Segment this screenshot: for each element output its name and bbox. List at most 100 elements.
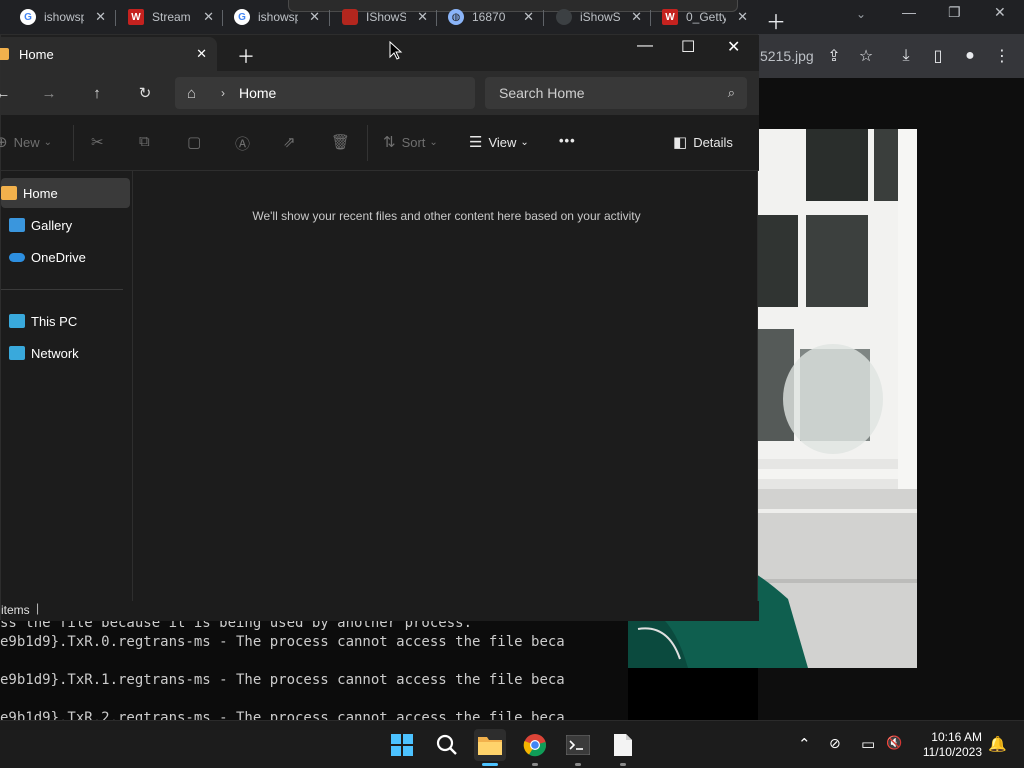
paste-button[interactable]: ▢ (187, 133, 207, 151)
sidebar-item-label: This PC (31, 313, 78, 329)
address-bar[interactable]: ⌂ › Home (175, 77, 475, 109)
taskbar-file-explorer[interactable] (474, 729, 506, 766)
notification-bell-icon[interactable]: 🔔 (988, 735, 1007, 753)
share-icon: ⇗ (283, 134, 296, 151)
taskbar: ⌃ ⊘ ▭ 🔇 10:16 AM 11/10/2023 🔔 (0, 720, 1024, 768)
trash-icon: 🗑 (331, 134, 351, 151)
view-list-icon: ☰ (469, 134, 483, 151)
system-clock[interactable]: 10:16 AM 11/10/2023 (923, 730, 982, 760)
empty-state-message: We'll show your recent files and other c… (252, 209, 641, 223)
chevron-down-icon: ⌄ (520, 136, 529, 148)
chrome-tab-4[interactable]: IShowS ✕ (322, 4, 436, 30)
chrome-tab-2[interactable]: W Stream ✕ (108, 4, 222, 30)
details-pane-icon: ◧ (673, 134, 688, 151)
details-label: Details (693, 134, 733, 150)
forward-arrow-icon[interactable]: → (39, 83, 59, 103)
tab-title: 16870 (472, 10, 506, 24)
w-brand-icon: W (662, 9, 678, 25)
rename-button[interactable]: Ⓐ (235, 133, 256, 154)
explorer-tab-home[interactable]: Home ✕ (0, 37, 217, 71)
share-button[interactable]: ⇗ (283, 133, 302, 151)
sidebar-item-this-pc[interactable]: This PC (1, 306, 130, 336)
sidebar-item-onedrive[interactable]: OneDrive (1, 242, 130, 272)
explorer-navigation-bar: ← → ↑ ↻ ⌂ › Home Search Home ⌕ (0, 71, 759, 115)
close-icon[interactable]: ✕ (631, 9, 642, 25)
home-icon: ⌂ (187, 84, 197, 102)
show-hidden-icons-chevron-up-icon[interactable]: ⌃ (798, 735, 811, 753)
chrome-tab-3[interactable]: G ishowsp ✕ (214, 4, 328, 30)
chrome-icon (523, 734, 547, 757)
close-icon[interactable]: ✕ (309, 9, 320, 25)
chrome-restore-button[interactable]: ❐ (948, 4, 961, 21)
terminal-line: e9b1d9}.TxR.1.regtrans-ms - The process … (0, 672, 565, 688)
profile-icon[interactable]: ● (958, 44, 982, 68)
clock-time: 10:16 AM (931, 730, 982, 744)
view-button[interactable]: ☰ View ⌄ (469, 133, 529, 151)
back-arrow-icon[interactable]: ← (0, 83, 13, 103)
terminal-output: ss the file because it is being used by … (0, 618, 628, 720)
side-panel-icon[interactable]: ▯ (926, 44, 950, 68)
up-arrow-icon[interactable]: ↑ (87, 83, 107, 103)
close-icon[interactable]: ✕ (203, 9, 214, 25)
new-button[interactable]: ⊕ New ⌄ (0, 133, 52, 151)
taskbar-search-button[interactable] (431, 729, 463, 761)
chrome-tab-6[interactable]: iShowS ✕ (536, 4, 650, 30)
details-button[interactable]: ◧ Details (673, 133, 733, 151)
see-more-button[interactable]: ••• (559, 133, 576, 148)
chrome-tab-7[interactable]: W 0_Getty ✕ (642, 4, 756, 30)
windows-logo-icon (391, 734, 413, 756)
breadcrumb-home[interactable]: Home (239, 85, 276, 101)
sort-button[interactable]: ⇅ Sort ⌄ (383, 133, 438, 151)
tab-title: 0_Getty (686, 10, 726, 24)
close-icon[interactable]: ✕ (523, 9, 534, 25)
explorer-close-button[interactable]: ✕ (727, 37, 740, 57)
chevron-down-icon: ⌄ (429, 136, 438, 148)
chrome-close-button[interactable]: ✕ (994, 4, 1006, 21)
cut-button[interactable]: ✂ (91, 133, 110, 151)
taskbar-terminal[interactable] (562, 729, 594, 766)
share-icon[interactable]: ⇪ (822, 44, 846, 68)
explorer-new-tab-button[interactable]: ＋ (237, 43, 255, 69)
network-disconnected-icon[interactable]: ⊘ (829, 735, 841, 752)
terminal-line: e9b1d9}.TxR.0.regtrans-ms - The process … (0, 634, 565, 650)
explorer-minimize-button[interactable]: — (637, 37, 653, 55)
start-button[interactable] (386, 729, 418, 761)
close-icon[interactable]: ✕ (737, 9, 748, 25)
sidebar-item-network[interactable]: Network (1, 338, 130, 368)
sidebar-item-gallery[interactable]: Gallery (1, 210, 130, 240)
sidebar-item-label: Home (23, 185, 58, 201)
explorer-status-bar: items | (1, 601, 759, 621)
active-indicator (482, 763, 498, 766)
chrome-tab-1[interactable]: G ishowsp ✕ (0, 4, 114, 30)
tab-search-chevron-icon[interactable]: ⌄ (856, 7, 866, 21)
volume-muted-icon[interactable]: 🔇 (886, 735, 902, 751)
close-icon[interactable]: ✕ (95, 9, 106, 25)
explorer-maximize-button[interactable]: ☐ (681, 37, 695, 57)
sidebar-divider (1, 289, 123, 290)
chevron-right-icon[interactable]: › (221, 86, 225, 100)
close-icon[interactable]: ✕ (417, 9, 428, 25)
new-label: New (13, 134, 40, 150)
search-input[interactable]: Search Home ⌕ (485, 77, 747, 109)
copy-button[interactable]: ⧉ (139, 133, 156, 150)
taskbar-chrome[interactable] (519, 729, 551, 766)
tab-title: Stream (152, 10, 191, 24)
sidebar-item-home[interactable]: Home (1, 178, 130, 208)
chrome-menu-icon[interactable]: ⋮ (990, 44, 1014, 68)
chrome-minimize-button[interactable]: — (902, 4, 916, 20)
w-brand-icon: W (128, 9, 144, 25)
delete-button[interactable]: 🗑 (331, 133, 356, 151)
download-icon[interactable]: ⤓ (894, 44, 918, 68)
close-icon[interactable]: ✕ (196, 46, 207, 62)
new-tab-button[interactable]: ＋ (766, 6, 786, 35)
gallery-icon (9, 218, 25, 232)
dark-brand-icon (556, 9, 572, 25)
taskbar-notepad[interactable] (607, 729, 639, 766)
chrome-tab-5[interactable]: ◍ 16870 ✕ (428, 4, 542, 30)
tab-title: ishowsp (44, 10, 84, 24)
display-icon[interactable]: ▭ (861, 735, 875, 753)
refresh-icon[interactable]: ↻ (135, 83, 155, 103)
google-icon: G (234, 9, 250, 25)
bookmark-star-icon[interactable]: ☆ (854, 44, 878, 68)
running-indicator (620, 763, 626, 766)
